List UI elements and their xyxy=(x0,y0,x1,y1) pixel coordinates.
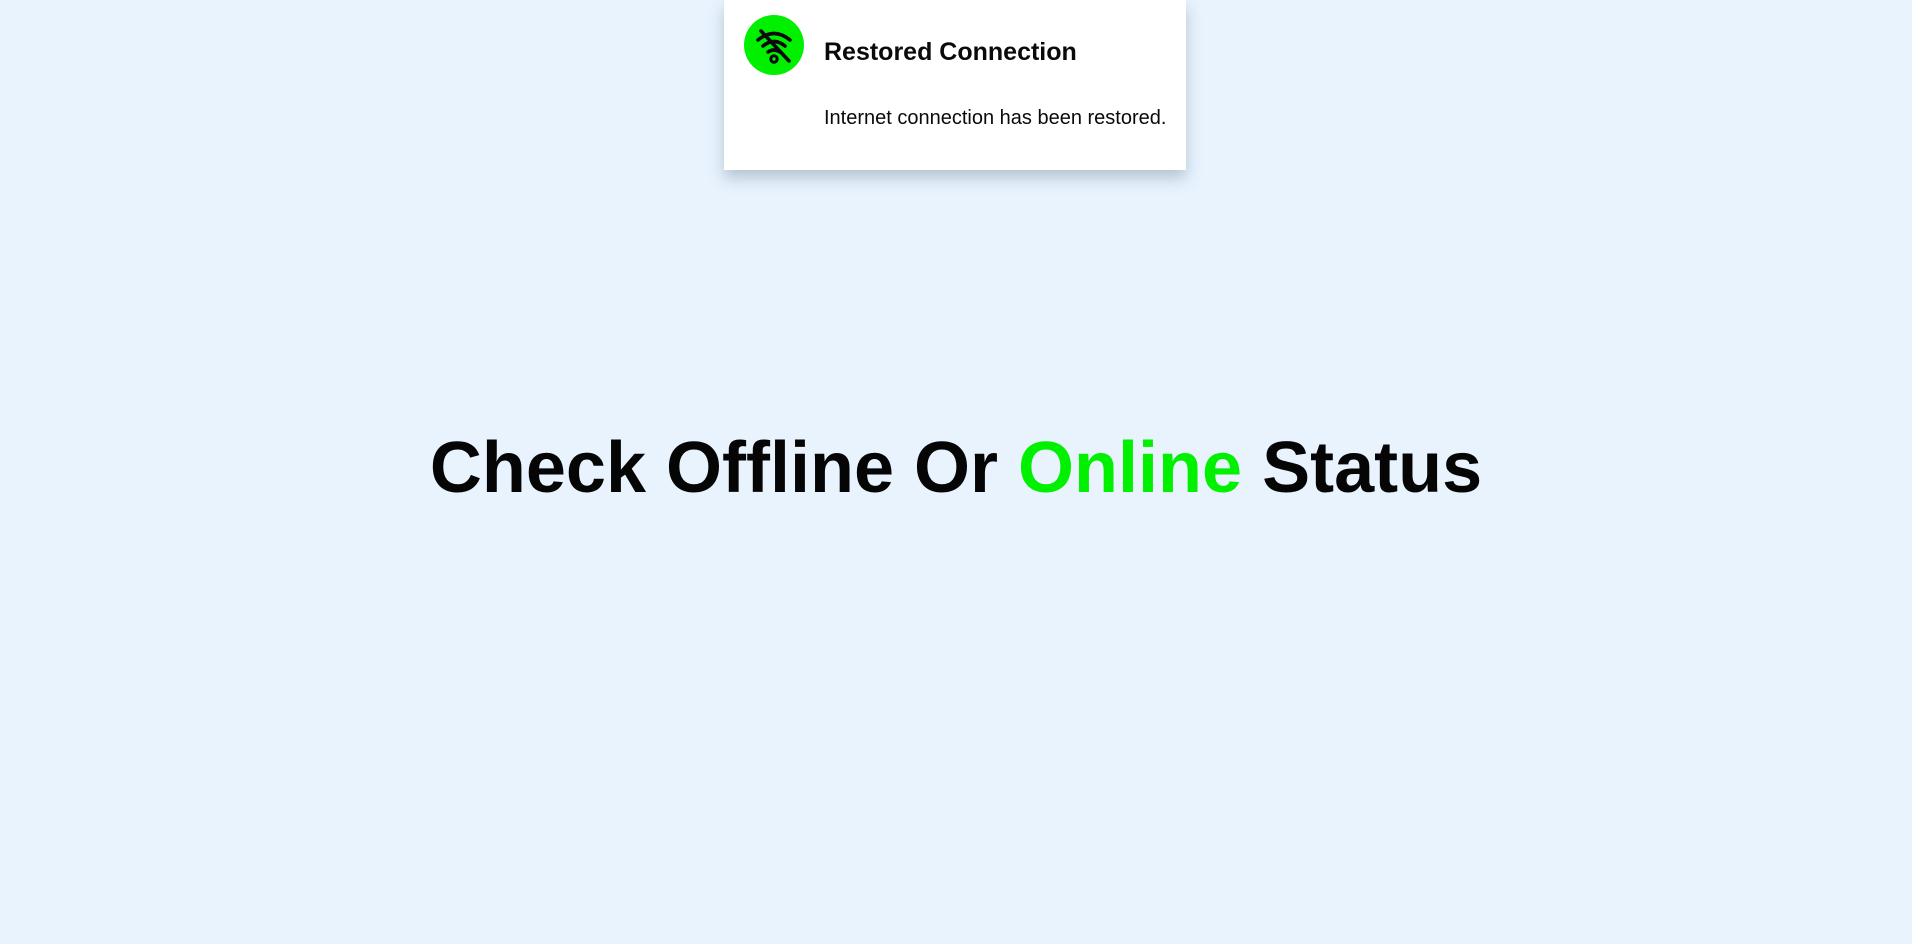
page-title: Check Offline Or Online Status xyxy=(0,432,1912,504)
connection-toast: Restored Connection Internet connection … xyxy=(724,0,1186,170)
page-title-part2: Status xyxy=(1262,428,1483,508)
page-title-accent: Online xyxy=(1018,428,1243,508)
toast-message: Internet connection has been restored. xyxy=(824,107,1167,129)
toast-title: Restored Connection xyxy=(824,38,1077,66)
wifi-off-icon xyxy=(744,15,804,75)
page-title-part1: Check Offline Or xyxy=(429,428,999,508)
